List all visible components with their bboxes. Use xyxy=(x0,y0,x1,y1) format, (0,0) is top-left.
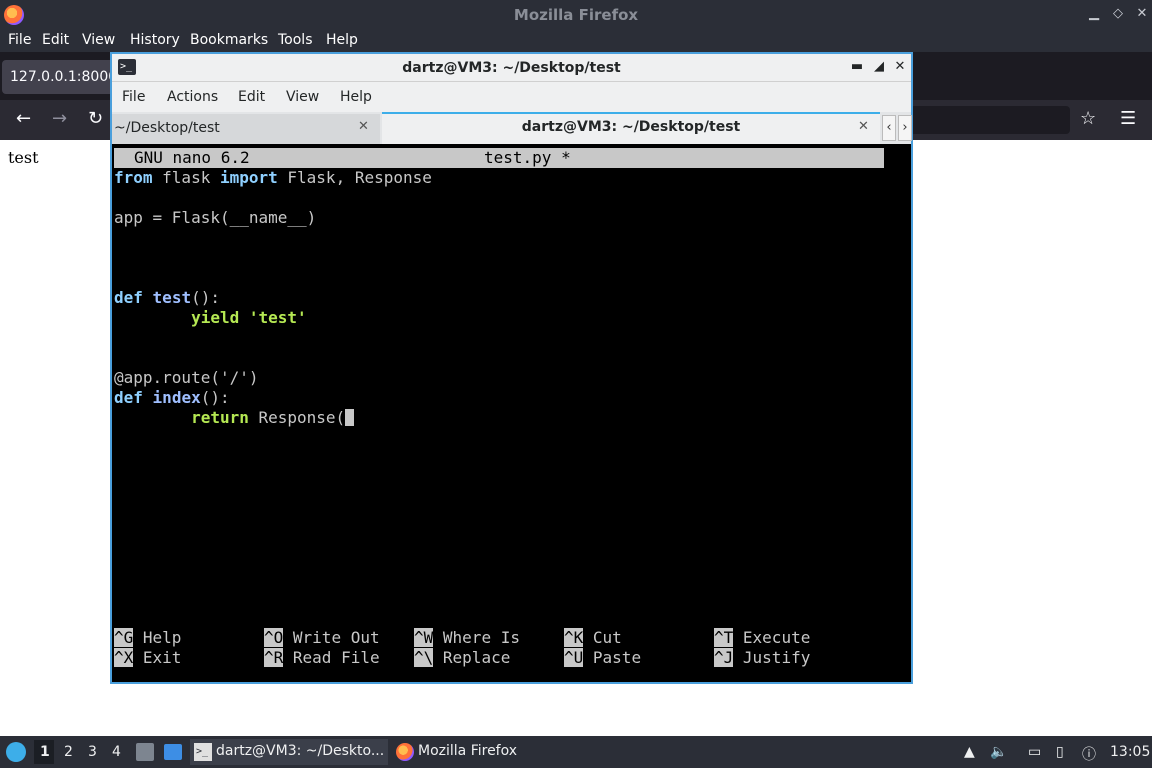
shortcut-exit: ^X Exit xyxy=(114,648,182,667)
close-icon[interactable]: ✕ xyxy=(893,59,907,74)
tab-label: ~/Desktop/test xyxy=(114,120,220,136)
shortcut-replace: ^\ Replace xyxy=(414,648,511,667)
nano-filename: test.py * xyxy=(484,148,571,167)
bookmark-star-icon[interactable]: ☆ xyxy=(1080,108,1096,130)
shortcut-justify: ^J Justify xyxy=(714,648,811,667)
workspace-4[interactable]: 4 xyxy=(112,744,121,760)
task-label: Mozilla Firefox xyxy=(418,743,518,759)
workspace-2[interactable]: 2 xyxy=(64,744,73,760)
code-line: return Response( xyxy=(114,408,355,428)
shortcut-help: ^G Help xyxy=(114,628,182,647)
forward-icon[interactable]: → xyxy=(52,108,67,130)
close-icon[interactable]: ✕ xyxy=(1134,6,1150,22)
shortcut-read-file: ^R Read File xyxy=(264,648,380,667)
shortcut-write-out: ^O Write Out xyxy=(264,628,380,647)
maximize-icon[interactable]: ◇ xyxy=(1110,6,1126,22)
back-icon[interactable]: ← xyxy=(16,108,31,130)
terminal-titlebar: >_ dartz@VM3: ~/Desktop/test ▬ ◢ ✕ xyxy=(112,54,911,82)
menu-actions[interactable]: Actions xyxy=(167,89,218,105)
start-menu-icon[interactable] xyxy=(6,742,26,762)
menu-file[interactable]: File xyxy=(122,89,145,105)
clock[interactable]: 13:05 xyxy=(1110,744,1150,760)
menu-tools[interactable]: Tools xyxy=(278,32,313,48)
shortcut-execute: ^T Execute xyxy=(714,628,811,647)
shortcut-where-is: ^W Where Is xyxy=(414,628,520,647)
code-line: @app.route('/') xyxy=(114,368,259,387)
terminal-app-icon: >_ xyxy=(194,743,212,761)
shortcut-cut: ^K Cut xyxy=(564,628,622,647)
workspace-3[interactable]: 3 xyxy=(88,744,97,760)
menu-view[interactable]: View xyxy=(286,89,319,105)
terminal-window: >_ dartz@VM3: ~/Desktop/test ▬ ◢ ✕ File … xyxy=(110,52,913,684)
terminal-tabbar: ~/Desktop/test ✕ dartz@VM3: ~/Desktop/te… xyxy=(112,112,912,144)
menu-edit[interactable]: Edit xyxy=(42,32,69,48)
code-line: def test(): xyxy=(114,288,220,307)
minimize-icon[interactable]: ▁ xyxy=(1086,6,1102,22)
volume-icon[interactable]: 🔈 xyxy=(990,744,1007,760)
tab-close-icon[interactable]: ✕ xyxy=(858,119,869,134)
minimize-icon[interactable]: ▬ xyxy=(850,59,864,74)
upload-icon[interactable]: ▲ xyxy=(964,744,975,760)
file-manager-icon[interactable] xyxy=(136,743,154,761)
firefox-titlebar: Mozilla Firefox ▁ ◇ ✕ xyxy=(0,0,1152,30)
url-bar[interactable] xyxy=(910,106,1070,134)
browser-tab[interactable]: 127.0.0.1:8000 xyxy=(2,60,114,94)
workspace-1[interactable]: 1 xyxy=(40,744,50,760)
tab-scroll-left-icon[interactable]: ‹ xyxy=(882,115,896,141)
menu-help[interactable]: Help xyxy=(326,32,358,48)
task-label: dartz@VM3: ~/Deskto... xyxy=(216,743,385,759)
code-line: app = Flask(__name__) xyxy=(114,208,317,227)
nano-header: GNU nano 6.2 test.py * xyxy=(114,148,884,168)
shortcut-paste: ^U Paste xyxy=(564,648,642,667)
firefox-window-title: Mozilla Firefox xyxy=(513,6,639,24)
menu-bookmarks[interactable]: Bookmarks xyxy=(190,32,268,48)
page-body-text: test xyxy=(8,148,39,167)
menu-history[interactable]: History xyxy=(130,32,180,48)
nano-version: GNU nano 6.2 xyxy=(134,148,250,167)
maximize-icon[interactable]: ◢ xyxy=(872,59,886,74)
code-line: from flask import Flask, Response xyxy=(114,168,432,187)
terminal-menubar: File Actions Edit View Help xyxy=(112,82,911,112)
firefox-menubar: File Edit View History Bookmarks Tools H… xyxy=(0,30,1152,52)
desktop-icon[interactable] xyxy=(164,744,182,760)
firefox-logo-icon xyxy=(396,743,414,761)
menu-file[interactable]: File xyxy=(8,32,31,48)
hamburger-menu-icon[interactable]: ☰ xyxy=(1120,108,1136,130)
terminal-window-title: dartz@VM3: ~/Desktop/test xyxy=(402,60,621,76)
terminal-tab-1[interactable]: ~/Desktop/test ✕ xyxy=(112,114,380,144)
taskbar-firefox-task[interactable]: Mozilla Firefox xyxy=(392,739,572,765)
display-icon[interactable]: ▭ xyxy=(1028,744,1041,760)
nano-editor[interactable]: GNU nano 6.2 test.py * from flask import… xyxy=(112,144,911,682)
reload-icon[interactable]: ↻ xyxy=(88,108,103,130)
menu-help[interactable]: Help xyxy=(340,89,372,105)
terminal-tab-2[interactable]: dartz@VM3: ~/Desktop/test ✕ xyxy=(382,112,880,144)
tab-label: dartz@VM3: ~/Desktop/test xyxy=(521,119,741,135)
tab-close-icon[interactable]: ✕ xyxy=(358,119,369,134)
code-line: yield 'test' xyxy=(191,308,307,327)
tab-scroll-right-icon[interactable]: › xyxy=(898,115,912,141)
notification-icon[interactable]: ⓘ xyxy=(1082,744,1096,764)
taskbar-terminal-task[interactable]: >_ dartz@VM3: ~/Deskto... xyxy=(190,739,388,765)
text-cursor xyxy=(345,409,355,426)
clipboard-icon[interactable]: ▯ xyxy=(1056,744,1064,760)
taskbar: 1 2 3 4 >_ dartz@VM3: ~/Deskto... Mozill… xyxy=(0,736,1152,768)
menu-view[interactable]: View xyxy=(82,32,115,48)
menu-edit[interactable]: Edit xyxy=(238,89,265,105)
code-line: def index(): xyxy=(114,388,230,407)
